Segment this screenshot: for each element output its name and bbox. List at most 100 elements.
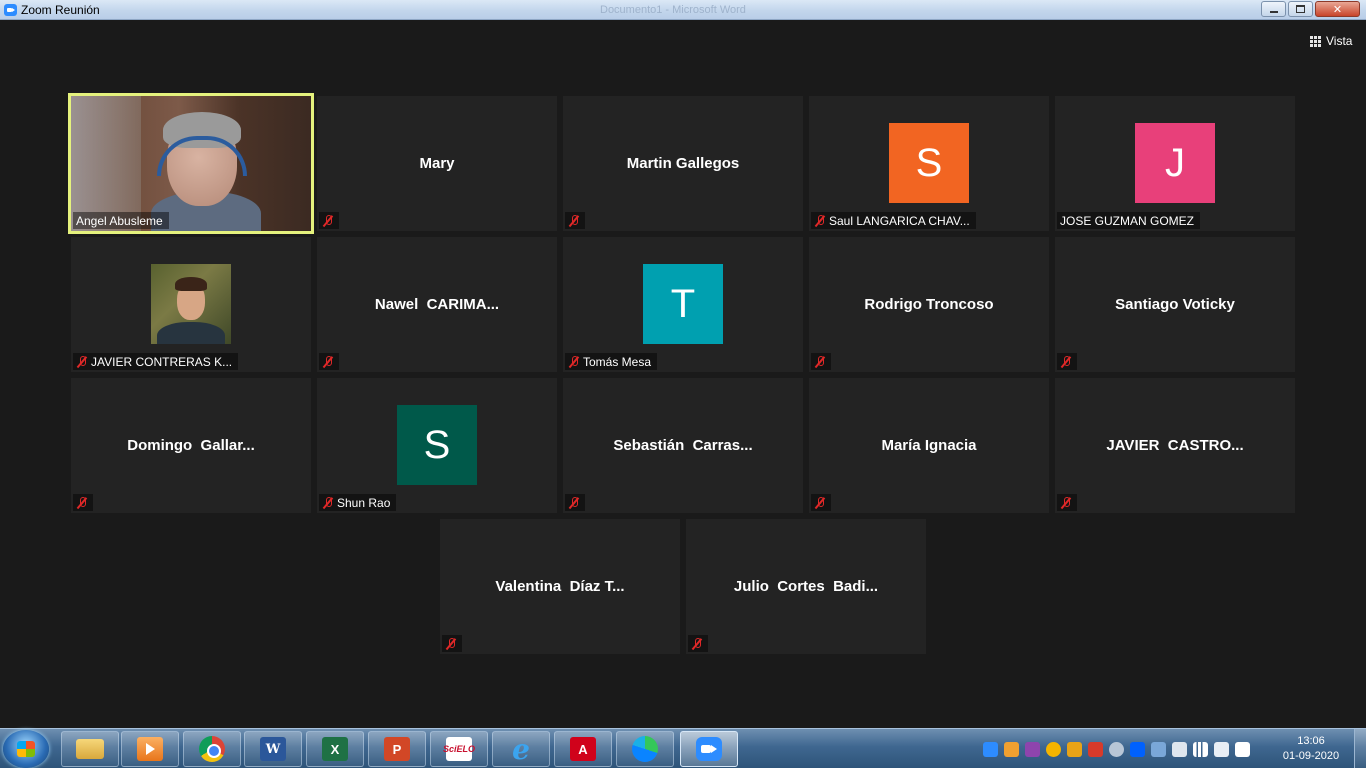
participant-tile[interactable]: María Ignacia [809, 378, 1049, 513]
participant-tile[interactable]: S Saul LANGARICA CHAV... [809, 96, 1049, 231]
taskbar-word-button[interactable]: W [244, 731, 302, 767]
show-desktop-button[interactable] [1354, 729, 1366, 768]
mic-muted-icon [815, 214, 825, 227]
participant-tile[interactable]: Martin Gallegos [563, 96, 803, 231]
participant-tile[interactable]: Mary [317, 96, 557, 231]
taskbar-media-button[interactable] [121, 731, 179, 767]
view-button[interactable]: Vista [1310, 34, 1352, 48]
app-tray-icon[interactable] [1067, 741, 1082, 757]
participant-name: JAVIER CONTRERAS K... [91, 354, 233, 369]
taskbar-zoom-button[interactable] [680, 731, 738, 767]
participant-avatar: S [889, 123, 969, 203]
mic-muted-icon [1061, 496, 1071, 509]
participant-label: Shun Rao [319, 494, 397, 511]
network-tray-icon[interactable] [1151, 741, 1166, 757]
link-tray-icon[interactable] [1109, 741, 1124, 757]
edge-icon [632, 736, 658, 762]
volume-icon[interactable] [1214, 741, 1229, 757]
device-tray-icon[interactable] [1172, 741, 1187, 757]
scielo-icon: SciELO [443, 737, 475, 761]
minimize-button[interactable] [1261, 1, 1286, 17]
participant-tile[interactable]: T Tomás Mesa [563, 237, 803, 372]
participant-tile[interactable]: JAVIER CASTRO... [1055, 378, 1295, 513]
participant-name: JOSE GUZMAN GOMEZ [1060, 213, 1195, 228]
taskbar-ie-button[interactable]: e [492, 731, 550, 767]
participant-avatar: J [1135, 123, 1215, 203]
antivirus-tray-icon[interactable] [1088, 741, 1103, 757]
chrome-icon [199, 736, 225, 762]
clock-time: 13:06 [1297, 735, 1325, 747]
title-bar: Zoom Reunión Documento1 - Microsoft Word… [0, 0, 1366, 20]
signal-icon[interactable] [1193, 741, 1208, 757]
system-tray [983, 739, 1250, 759]
maximize-button[interactable] [1288, 1, 1313, 17]
windows-logo-icon [17, 741, 35, 757]
taskbar-scielo-button[interactable]: SciELO [430, 731, 488, 767]
participant-display-name: Mary [419, 155, 455, 172]
mic-muted-icon [1061, 355, 1071, 368]
participant-avatar: T [643, 264, 723, 344]
participant-video [71, 96, 311, 231]
app-tray-icon[interactable] [1025, 741, 1040, 757]
participant-tile[interactable]: S Shun Rao [317, 378, 557, 513]
mic-muted-icon [446, 637, 456, 650]
participant-tile[interactable]: Valentina Díaz T... [440, 519, 680, 654]
participant-label [319, 353, 339, 370]
participant-label [442, 635, 462, 652]
participant-display-name: JAVIER CASTRO... [1106, 437, 1244, 454]
taskbar-explorer-button[interactable] [61, 731, 119, 767]
participant-tile[interactable]: J JOSE GUZMAN GOMEZ [1055, 96, 1295, 231]
dropbox-icon[interactable] [1130, 741, 1145, 757]
close-button[interactable]: ✕ [1315, 1, 1360, 17]
mic-muted-icon [569, 355, 579, 368]
participant-tile[interactable]: JAVIER CONTRERAS K... [71, 237, 311, 372]
participant-display-name: Valentina Díaz T... [495, 578, 625, 595]
participant-label: JAVIER CONTRERAS K... [73, 353, 239, 370]
zoom-tray-icon[interactable] [983, 741, 998, 757]
update-tray-icon[interactable] [1046, 741, 1061, 757]
background-window-title: Documento1 - Microsoft Word [600, 4, 746, 16]
participant-tile[interactable]: Santiago Voticky [1055, 237, 1295, 372]
participant-label [1057, 353, 1077, 370]
participant-label [319, 212, 339, 229]
taskbar-edge-button[interactable] [616, 731, 674, 767]
participant-display-name: Santiago Voticky [1115, 296, 1235, 313]
participant-label: Saul LANGARICA CHAV... [811, 212, 976, 229]
taskbar-acrobat-button[interactable]: A [554, 731, 612, 767]
participant-label [811, 494, 831, 511]
participant-tile[interactable]: Julio Cortes Badi... [686, 519, 926, 654]
close-icon: ✕ [1332, 3, 1343, 16]
action-center-flag-icon[interactable] [1235, 741, 1250, 757]
mic-muted-icon [77, 355, 87, 368]
clock[interactable]: 13:06 01-09-2020 [1276, 734, 1346, 764]
mic-muted-icon [569, 496, 579, 509]
participant-tile[interactable]: Rodrigo Troncoso [809, 237, 1049, 372]
view-label: Vista [1326, 34, 1353, 48]
participant-display-name: Sebastián Carras... [613, 437, 753, 454]
participant-name: Saul LANGARICA CHAV... [829, 213, 970, 228]
participant-display-name: Julio Cortes Badi... [733, 578, 879, 595]
mic-muted-icon [323, 496, 333, 509]
minimize-icon [1269, 11, 1278, 13]
taskbar-chrome-button[interactable] [183, 731, 241, 767]
participant-label [73, 494, 93, 511]
participant-label: JOSE GUZMAN GOMEZ [1057, 212, 1201, 229]
participant-tile[interactable]: Angel Abusleme [68, 93, 314, 234]
participant-tile[interactable]: Nawel CARIMA... [317, 237, 557, 372]
participant-label [565, 212, 585, 229]
participant-tile[interactable]: Domingo Gallar... [71, 378, 311, 513]
start-button[interactable] [3, 730, 49, 768]
internet-explorer-icon: e [512, 732, 530, 766]
mic-muted-icon [77, 496, 87, 509]
taskbar-excel-button[interactable]: X [306, 731, 364, 767]
taskbar-powerpoint-button[interactable]: P [368, 731, 426, 767]
maximize-icon [1296, 5, 1305, 13]
explorer-icon [76, 739, 104, 759]
participant-label [688, 635, 708, 652]
participant-tile[interactable]: Sebastián Carras... [563, 378, 803, 513]
zoom-icon [696, 737, 722, 761]
participant-display-name: Domingo Gallar... [127, 437, 255, 454]
mic-muted-icon [323, 355, 333, 368]
media-player-icon [137, 737, 163, 761]
app-tray-icon[interactable] [1004, 741, 1019, 757]
